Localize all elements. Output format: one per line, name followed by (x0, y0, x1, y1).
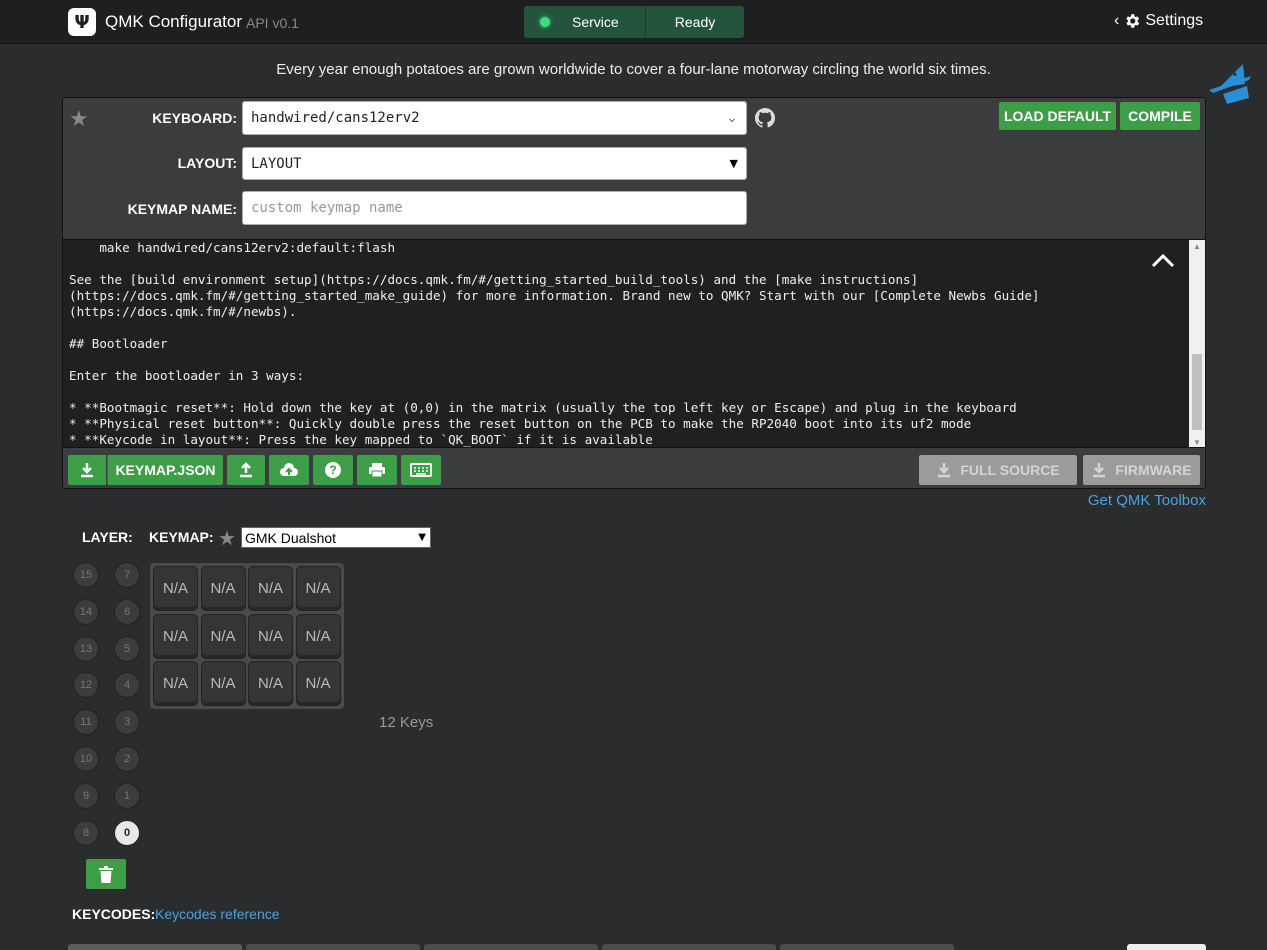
help-icon[interactable]: ? (313, 455, 353, 485)
key[interactable]: N/A (200, 661, 246, 706)
readme-scrollbar[interactable]: ▲ ▼ (1189, 240, 1205, 447)
layer-button-15[interactable]: 15 (73, 562, 99, 588)
keymap-theme-select[interactable]: GMK Dualshot ▼ (241, 527, 431, 548)
keyboard-icon[interactable] (401, 455, 441, 485)
qmk-logo-icon[interactable]: Ψ (68, 8, 96, 36)
status-indicator: Service Ready (524, 6, 744, 38)
key[interactable]: N/A (295, 613, 341, 659)
download-icon (938, 463, 951, 478)
scroll-down-icon[interactable]: ▼ (1193, 438, 1201, 447)
keycode-tab[interactable] (424, 944, 598, 950)
chevron-down-icon: ▼ (729, 157, 738, 170)
ready-status: Ready (646, 6, 744, 38)
key[interactable]: N/A (153, 613, 198, 659)
keycode-tab-right[interactable] (1127, 944, 1206, 950)
layer-button-13[interactable]: 13 (73, 635, 99, 662)
keymap-favorite-star-icon[interactable]: ★ (218, 526, 236, 551)
key[interactable]: N/A (200, 566, 246, 611)
key[interactable]: N/A (295, 566, 341, 611)
load-default-button[interactable]: LOAD DEFAULT (999, 102, 1116, 130)
settings-button[interactable]: ‹ Settings (1114, 12, 1203, 30)
key[interactable]: N/A (248, 613, 293, 659)
github-icon[interactable] (755, 108, 775, 128)
keycode-tab[interactable] (780, 944, 954, 950)
layer-button-14[interactable]: 14 (73, 598, 99, 625)
layer-button-10[interactable]: 10 (73, 746, 99, 772)
keymap-label: KEYMAP: (149, 529, 214, 545)
tagline: Every year enough potatoes are grown wor… (276, 61, 991, 78)
collapse-up-icon[interactable] (1151, 248, 1175, 274)
cloud-upload-icon[interactable] (269, 455, 309, 485)
key[interactable]: N/A (295, 661, 341, 706)
layer-button-9[interactable]: 9 (73, 782, 99, 809)
layer-button-0[interactable]: 0 (114, 819, 140, 846)
keycode-tabs (68, 944, 954, 950)
keycodes-reference-link[interactable]: Keycodes reference (155, 906, 280, 922)
full-source-button[interactable]: FULL SOURCE (919, 455, 1077, 485)
readme-viewer[interactable]: make handwired/cans12erv2:default:flash … (63, 239, 1205, 448)
keycode-tab[interactable] (68, 944, 242, 950)
key[interactable]: N/A (153, 661, 198, 706)
top-bar: Ψ QMK Configurator API v0.1 Service Read… (0, 0, 1267, 44)
layer-button-2[interactable]: 2 (114, 746, 140, 772)
layer-button-6[interactable]: 6 (114, 598, 140, 625)
keycode-tab[interactable] (602, 944, 776, 950)
layout-label: LAYOUT: (177, 155, 237, 171)
key[interactable]: N/A (200, 613, 246, 659)
status-dot-icon (540, 17, 550, 27)
wizard-hat-icon[interactable] (1205, 60, 1255, 106)
chevron-down-icon: ⌄ (726, 110, 738, 126)
key[interactable]: N/A (248, 661, 293, 706)
app-title: QMK Configurator (105, 12, 242, 31)
layer-label: LAYER: (82, 529, 133, 545)
layer-button-1[interactable]: 1 (114, 782, 140, 809)
scroll-up-icon[interactable]: ▲ (1193, 242, 1201, 251)
chevron-left-icon: ‹ (1114, 12, 1120, 29)
layout-select[interactable]: LAYOUT ▼ (242, 147, 747, 180)
svg-text:?: ? (329, 463, 336, 477)
firmware-button[interactable]: FIRMWARE (1083, 455, 1200, 485)
settings-label: Settings (1145, 12, 1204, 29)
chevron-down-icon: ▼ (418, 532, 426, 543)
download-icon[interactable] (68, 455, 106, 485)
layer-button-12[interactable]: 12 (73, 672, 99, 699)
layer-button-8[interactable]: 8 (73, 819, 99, 846)
key[interactable]: N/A (153, 566, 198, 611)
keyboard-layout: N/A N/A N/A N/A N/A N/A N/A N/A N/A N/A N/A N/A (150, 563, 344, 709)
compile-button[interactable]: COMPILE (1120, 102, 1200, 130)
qmk-toolbox-link[interactable]: Get QMK Toolbox (1088, 492, 1206, 509)
keycode-tab[interactable] (246, 944, 420, 950)
download-icon (1093, 463, 1106, 478)
layer-button-4[interactable]: 4 (114, 672, 140, 699)
service-status: Service (524, 6, 646, 38)
keymap-toolbar: KEYMAP.JSON ? (68, 455, 441, 485)
key-count: 12 Keys (379, 714, 434, 731)
upload-icon[interactable] (227, 455, 265, 485)
config-panel: ★ KEYBOARD: handwired/cans12erv2 ⌄ LOAD … (62, 97, 1206, 489)
api-version: API v0.1 (246, 15, 299, 31)
gear-icon (1126, 14, 1140, 28)
export-keymap-json-button[interactable]: KEYMAP.JSON (107, 455, 223, 485)
scrollbar-thumb[interactable] (1192, 354, 1202, 430)
readme-text: make handwired/cans12erv2:default:flash … (69, 240, 1040, 447)
trash-icon[interactable] (86, 859, 126, 889)
key[interactable]: N/A (248, 566, 293, 611)
keyboard-select[interactable]: handwired/cans12erv2 ⌄ (242, 101, 747, 135)
keymap-name-label: KEYMAP NAME: (127, 201, 237, 217)
keyboard-label: KEYBOARD: (152, 110, 237, 126)
layer-button-7[interactable]: 7 (114, 562, 140, 588)
print-icon[interactable] (357, 455, 397, 485)
layer-button-11[interactable]: 11 (73, 709, 99, 736)
keymap-name-input[interactable]: custom keymap name (242, 191, 747, 225)
layer-button-3[interactable]: 3 (114, 709, 140, 736)
layer-button-5[interactable]: 5 (114, 635, 140, 662)
keycodes-label: KEYCODES: (72, 906, 156, 922)
